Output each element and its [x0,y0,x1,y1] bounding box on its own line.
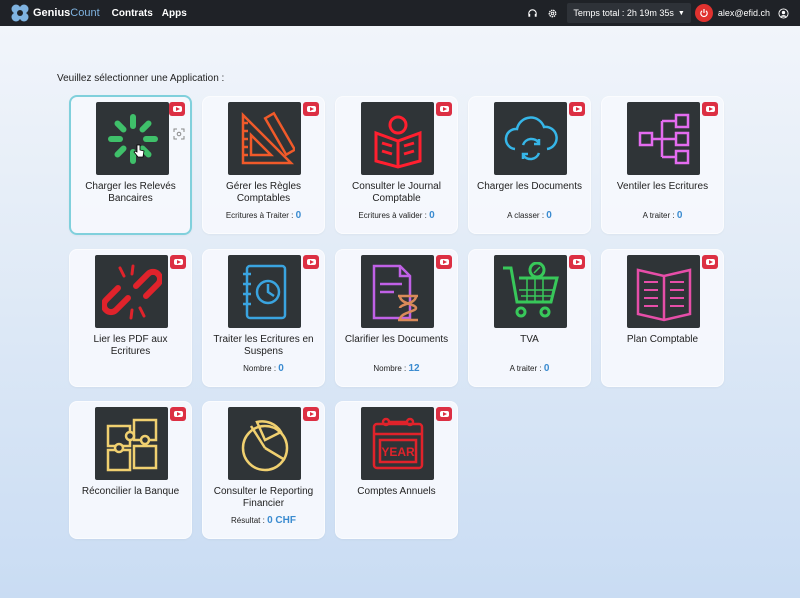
youtube-icon[interactable] [303,407,319,421]
top-navbar: GeniusCount Contrats Apps Temps total : … [0,0,800,26]
app-stat: Résultat : 0 CHF [207,515,320,526]
puzzle-icon [95,407,168,480]
stat-value: 12 [408,363,420,374]
stat-label: A traiter : [642,211,675,220]
gear-icon[interactable] [545,6,559,20]
app-card-reconcilier-banque[interactable]: Réconcilier la Banque [69,401,192,539]
calendar-year-text: YEAR [381,445,415,459]
app-stat: Ecritures à Traiter : 0 [207,210,320,221]
broken-link-icon [95,255,168,328]
time-total-label: Temps total : 2h 19m 35s [573,8,674,18]
app-stat: Nombre : 12 [340,363,453,374]
app-title: Comptes Annuels [357,486,436,497]
youtube-icon[interactable] [436,102,452,116]
app-title: Gérer les Règles Comptables [225,181,302,204]
stat-value: 0 CHF [267,515,296,526]
app-card-releves-bancaires[interactable]: Charger les Relevés Bancaires [69,95,192,235]
user-circle-icon [776,6,790,20]
stat-value: 0 [543,363,550,374]
nav-contrats[interactable]: Contrats [112,8,153,19]
app-title: Réconcilier la Banque [81,486,180,497]
youtube-icon[interactable] [303,102,319,116]
youtube-icon[interactable] [702,255,718,269]
youtube-icon[interactable] [569,102,585,116]
app-card-lier-pdf[interactable]: Lier les PDF aux Ecritures [69,249,192,387]
youtube-icon[interactable] [170,255,186,269]
loading-spinner-icon [96,102,169,175]
app-title: Lier les PDF aux Ecritures [93,334,168,357]
document-hourglass-icon [361,255,434,328]
youtube-icon[interactable] [170,407,186,421]
hierarchy-icon [627,102,700,175]
youtube-icon[interactable] [303,255,319,269]
app-title: Traiter les Ecritures en Suspens [213,334,314,357]
app-card-clarifier-documents[interactable]: Clarifier les Documents Nombre : 12 [335,249,458,387]
stat-label: A traiter : [509,364,542,373]
app-stat: A classer : 0 [473,210,586,221]
stat-label: Résultat : [231,516,265,525]
app-card-comptes-annuels[interactable]: YEAR Comptes Annuels [335,401,458,539]
time-total-dropdown[interactable]: Temps total : 2h 19m 35s ▼ [567,3,691,23]
user-menu[interactable]: alex@efid.ch [718,6,800,20]
caret-down-icon: ▼ [677,9,685,17]
app-title: Clarifier les Documents [344,334,449,345]
app-card-charger-documents[interactable]: Charger les Documents A classer : 0 [468,96,591,234]
app-title: Charger les Relevés Bancaires [85,181,176,204]
app-card-regles-comptables[interactable]: Gérer les Règles Comptables Ecritures à … [202,96,325,234]
stat-value: 0 [278,363,284,374]
stat-value: 0 [676,210,683,221]
stat-label: Nombre : [373,364,407,373]
headset-icon[interactable] [525,6,539,20]
clover-logo-icon [11,4,29,22]
scan-icon[interactable] [173,128,185,140]
app-title: Plan Comptable [626,334,699,345]
stat-value: 0 [546,210,552,221]
app-title: Consulter le Journal Comptable [352,181,441,204]
youtube-icon[interactable] [702,102,718,116]
shopping-cart-percent-icon [494,255,567,328]
app-stat: A traiter : 0 [473,363,586,374]
power-icon[interactable] [694,4,713,22]
app-stat: Nombre : 0 [207,363,320,374]
stat-label: Ecritures à Traiter : [225,211,294,220]
youtube-icon[interactable] [436,255,452,269]
newspaper-icon [627,255,700,328]
page-heading: Veuillez sélectionner une Application : [57,73,225,84]
app-title: TVA [520,334,539,345]
youtube-icon[interactable] [569,255,585,269]
stat-value: 0 [295,210,302,221]
app-card-ventiler-ecritures[interactable]: Ventiler les Ecritures A traiter : 0 [601,96,724,234]
brand-name: GeniusCount [33,7,100,19]
pie-chart-icon [228,407,301,480]
book-reader-icon [361,102,434,175]
app-title: Charger les Documents [476,181,583,192]
stat-label: Ecritures à valider : [358,211,427,220]
app-card-journal-comptable[interactable]: Consulter le Journal Comptable Ecritures… [335,96,458,234]
stat-label: A classer : [507,211,545,220]
app-card-plan-comptable[interactable]: Plan Comptable [601,249,724,387]
hand-cursor-icon [133,144,145,158]
app-card-reporting-financier[interactable]: Consulter le Reporting Financier Résulta… [202,401,325,539]
calendar-year-icon: YEAR [361,407,434,480]
cloud-sync-icon [494,102,567,175]
brand-logo[interactable]: GeniusCount [10,3,100,23]
user-email: alex@efid.ch [717,8,770,18]
stat-value: 0 [429,210,435,221]
ruler-triangle-icon [228,102,301,175]
youtube-icon[interactable] [169,102,185,116]
app-title: Consulter le Reporting Financier [213,486,314,509]
main-nav: Contrats Apps [112,8,187,19]
app-card-tva[interactable]: TVA A traiter : 0 [468,249,591,387]
app-card-ecritures-suspens[interactable]: Traiter les Ecritures en Suspens Nombre … [202,249,325,387]
app-stat: Ecritures à valider : 0 [340,210,453,221]
app-stat: A traiter : 0 [606,210,719,221]
notebook-clock-icon [228,255,301,328]
app-title: Ventiler les Ecritures [616,181,709,192]
header-right: Temps total : 2h 19m 35s ▼ alex@efid.ch [525,0,800,26]
stat-label: Nombre : [243,364,277,373]
youtube-icon[interactable] [436,407,452,421]
nav-apps[interactable]: Apps [162,8,187,19]
